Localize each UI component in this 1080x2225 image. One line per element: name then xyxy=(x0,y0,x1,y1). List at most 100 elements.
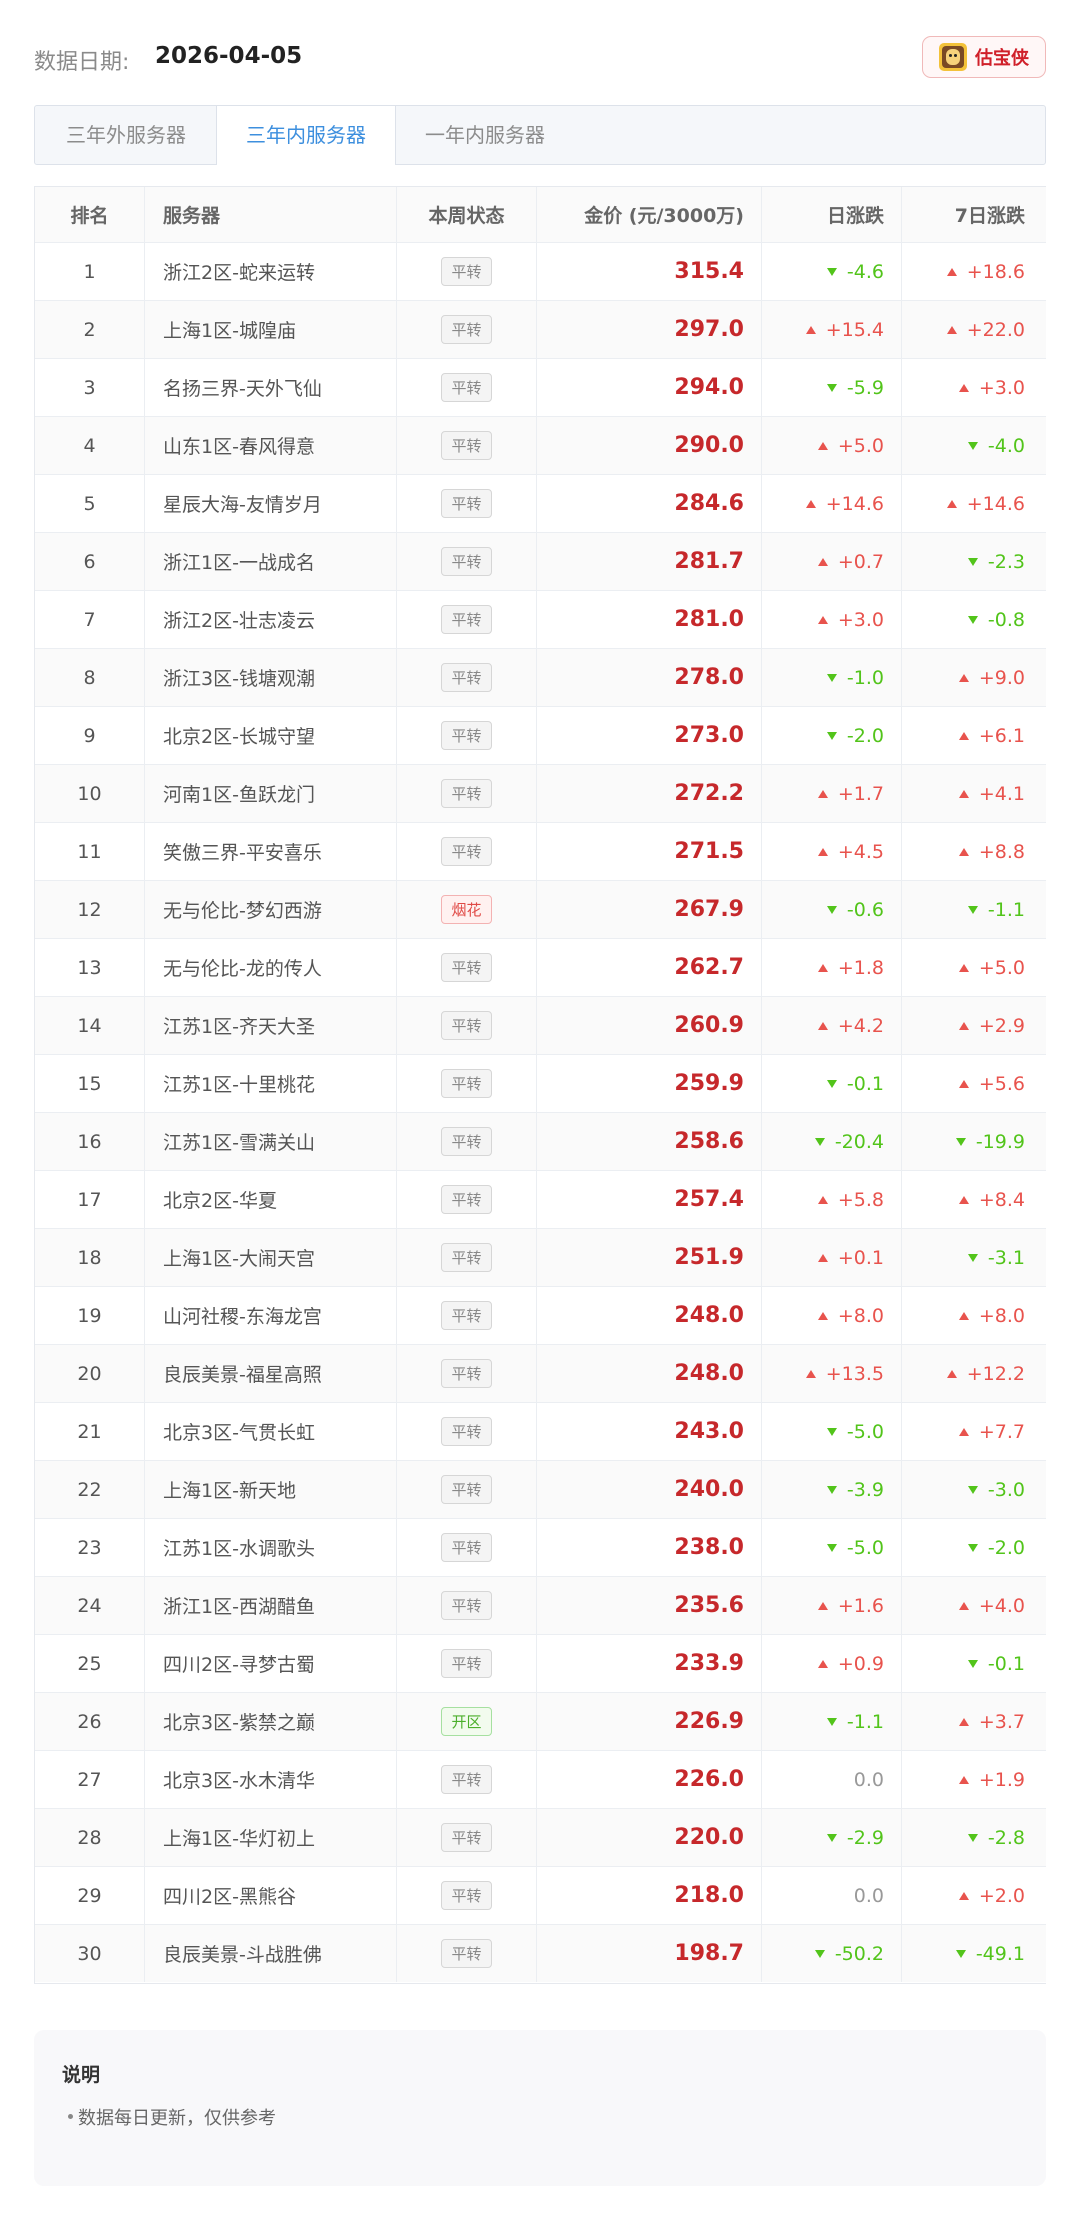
status-cell: 平转 xyxy=(397,939,537,996)
day-change: +4.2 xyxy=(817,1015,884,1037)
header-status[interactable]: 本周状态 xyxy=(397,187,537,242)
week-change-cell: +18.6 xyxy=(902,243,1042,300)
header-rank[interactable]: 排名 xyxy=(35,187,145,242)
table-row[interactable]: 23 江苏1区-水调歌头 平转 238.0 -5.0 -2.0 xyxy=(35,1518,1046,1576)
price-cell: 248.0 xyxy=(537,1287,762,1344)
table-row[interactable]: 28 上海1区-华灯初上 平转 220.0 -2.9 -2.8 xyxy=(35,1808,1046,1866)
header-server[interactable]: 服务器 xyxy=(145,187,397,242)
triangle-down-icon xyxy=(826,268,837,276)
table-row[interactable]: 20 良辰美景-福星高照 平转 248.0 +13.5 +12.2 xyxy=(35,1344,1046,1402)
table-row[interactable]: 7 浙江2区-壮志凌云 平转 281.0 +3.0 -0.8 xyxy=(35,590,1046,648)
bullet-icon xyxy=(68,2114,73,2119)
week-change-cell: +14.6 xyxy=(902,475,1042,532)
date-value: 2026-04-05 xyxy=(155,43,303,69)
price-table-scroll[interactable]: 排名 服务器 本周状态 金价 (元/3000万) 日涨跌 7日涨跌 1 浙江2区-… xyxy=(35,186,1046,1982)
price-value: 281.7 xyxy=(674,549,744,574)
header-price[interactable]: 金价 (元/3000万) xyxy=(537,187,762,242)
table-row[interactable]: 12 无与伦比-梦幻西游 烟花 267.9 -0.6 -1.1 xyxy=(35,880,1046,938)
week-change-value: -0.8 xyxy=(987,608,1025,631)
status-badge: 平转 xyxy=(441,1301,492,1330)
week-change-cell: -3.0 xyxy=(902,1461,1042,1518)
table-row[interactable]: 26 北京3区-紫禁之巅 开区 226.9 -1.1 +3.7 xyxy=(35,1692,1046,1750)
table-row[interactable]: 8 浙江3区-钱塘观潮 平转 278.0 -1.0 +9.0 xyxy=(35,648,1046,706)
status-badge: 平转 xyxy=(441,605,492,634)
triangle-up-icon xyxy=(817,1602,828,1610)
table-row[interactable]: 15 江苏1区-十里桃花 平转 259.9 -0.1 +5.6 xyxy=(35,1054,1046,1112)
day-change: -5.9 xyxy=(826,377,884,399)
server-name: 无与伦比-龙的传人 xyxy=(145,939,397,996)
table-row[interactable]: 13 无与伦比-龙的传人 平转 262.7 +1.8 +5.0 xyxy=(35,938,1046,996)
table-row[interactable]: 30 良辰美景-斗战胜佛 平转 198.7 -50.2 -49.1 xyxy=(35,1924,1046,1982)
week-change: -0.8 xyxy=(967,608,1025,631)
week-change-cell: -2.0 xyxy=(902,1519,1042,1576)
price-value: 315.4 xyxy=(674,259,744,284)
table-row[interactable]: 29 四川2区-黑熊谷 平转 218.0 0.0 +2.0 xyxy=(35,1866,1046,1924)
table-row[interactable]: 4 山东1区-春风得意 平转 290.0 +5.0 -4.0 xyxy=(35,416,1046,474)
week-change-value: +22.0 xyxy=(966,318,1025,341)
brand-button[interactable]: 估宝侠 xyxy=(922,36,1046,78)
tab-within-one-year[interactable]: 一年内服务器 xyxy=(396,106,574,164)
table-row[interactable]: 19 山河社稷-东海龙宫 平转 248.0 +8.0 +8.0 xyxy=(35,1286,1046,1344)
rank-cell: 13 xyxy=(35,939,145,996)
week-change: +2.9 xyxy=(958,1015,1025,1037)
day-change-cell: 0.0 xyxy=(762,1867,902,1924)
day-change-value: 0.0 xyxy=(853,1884,884,1907)
table-row[interactable]: 27 北京3区-水木清华 平转 226.0 0.0 +1.9 xyxy=(35,1750,1046,1808)
table-row[interactable]: 5 星辰大海-友情岁月 平转 284.6 +14.6 +14.6 xyxy=(35,474,1046,532)
header-week-change[interactable]: 7日涨跌 xyxy=(902,187,1042,242)
table-row[interactable]: 11 笑傲三界-平安喜乐 平转 271.5 +4.5 +8.8 xyxy=(35,822,1046,880)
table-row[interactable]: 21 北京3区-气贯长虹 平转 243.0 -5.0 +7.7 xyxy=(35,1402,1046,1460)
header-day-change[interactable]: 日涨跌 xyxy=(762,187,902,242)
week-change: +12.2 xyxy=(946,1363,1025,1385)
table-row[interactable]: 24 浙江1区-西湖醋鱼 平转 235.6 +1.6 +4.0 xyxy=(35,1576,1046,1634)
day-change-cell: -5.0 xyxy=(762,1403,902,1460)
server-name: 河南1区-鱼跃龙门 xyxy=(145,765,397,822)
table-row[interactable]: 3 名扬三界-天外飞仙 平转 294.0 -5.9 +3.0 xyxy=(35,358,1046,416)
price-value: 284.6 xyxy=(674,491,744,516)
day-change-cell: -0.6 xyxy=(762,881,902,938)
day-change-value: -0.6 xyxy=(846,898,884,921)
table-row[interactable]: 6 浙江1区-一战成名 平转 281.7 +0.7 -2.3 xyxy=(35,532,1046,590)
week-change: -1.1 xyxy=(967,899,1025,921)
rank-cell: 11 xyxy=(35,823,145,880)
table-row[interactable]: 14 江苏1区-齐天大圣 平转 260.9 +4.2 +2.9 xyxy=(35,996,1046,1054)
table-row[interactable]: 10 河南1区-鱼跃龙门 平转 272.2 +1.7 +4.1 xyxy=(35,764,1046,822)
triangle-down-icon xyxy=(967,1660,978,1668)
page: 数据日期: 2026-04-05 估宝侠 三年外服务器 三年内服务器 一年内服务… xyxy=(0,0,1080,2225)
server-name: 浙江2区-蛇来运转 xyxy=(145,243,397,300)
table-row[interactable]: 22 上海1区-新天地 平转 240.0 -3.9 -3.0 xyxy=(35,1460,1046,1518)
triangle-down-icon xyxy=(967,1254,978,1262)
tab-over-three-years[interactable]: 三年外服务器 xyxy=(35,106,217,164)
day-change: -20.4 xyxy=(814,1131,884,1153)
status-badge: 平转 xyxy=(441,315,492,344)
table-row[interactable]: 18 上海1区-大闹天宫 平转 251.9 +0.1 -3.1 xyxy=(35,1228,1046,1286)
day-change-value: -2.9 xyxy=(846,1826,884,1849)
notes-item: 数据每日更新，仅供参考 xyxy=(78,2108,276,2129)
table-row[interactable]: 25 四川2区-寻梦古蜀 平转 233.9 +0.9 -0.1 xyxy=(35,1634,1046,1692)
tab-within-three-years[interactable]: 三年内服务器 xyxy=(216,106,396,165)
status-badge: 平转 xyxy=(441,1765,492,1794)
rank-cell: 8 xyxy=(35,649,145,706)
day-change-value: -2.0 xyxy=(846,724,884,747)
date-label: 数据日期: xyxy=(34,50,130,75)
table-row[interactable]: 2 上海1区-城隍庙 平转 297.0 +15.4 +22.0 xyxy=(35,300,1046,358)
table-row[interactable]: 1 浙江2区-蛇来运转 平转 315.4 -4.6 +18.6 xyxy=(35,242,1046,300)
status-cell: 平转 xyxy=(397,1229,537,1286)
day-change-cell: -1.1 xyxy=(762,1693,902,1750)
price-cell: 238.0 xyxy=(537,1519,762,1576)
week-change-cell: -4.0 xyxy=(902,417,1042,474)
table-row[interactable]: 16 江苏1区-雪满关山 平转 258.6 -20.4 -19.9 xyxy=(35,1112,1046,1170)
week-change: -2.8 xyxy=(967,1827,1025,1849)
week-change-value: +9.0 xyxy=(978,666,1025,689)
triangle-down-icon xyxy=(826,1486,837,1494)
day-change-cell: 0.0 xyxy=(762,1751,902,1808)
day-change: -4.6 xyxy=(826,261,884,283)
table-row[interactable]: 9 北京2区-长城守望 平转 273.0 -2.0 +6.1 xyxy=(35,706,1046,764)
week-change-cell: -0.1 xyxy=(902,1635,1042,1692)
rank-cell: 22 xyxy=(35,1461,145,1518)
week-change-cell: +3.7 xyxy=(902,1693,1042,1750)
status-cell: 平转 xyxy=(397,1577,537,1634)
rank-cell: 24 xyxy=(35,1577,145,1634)
price-value: 257.4 xyxy=(674,1187,744,1212)
table-row[interactable]: 17 北京2区-华夏 平转 257.4 +5.8 +8.4 xyxy=(35,1170,1046,1228)
